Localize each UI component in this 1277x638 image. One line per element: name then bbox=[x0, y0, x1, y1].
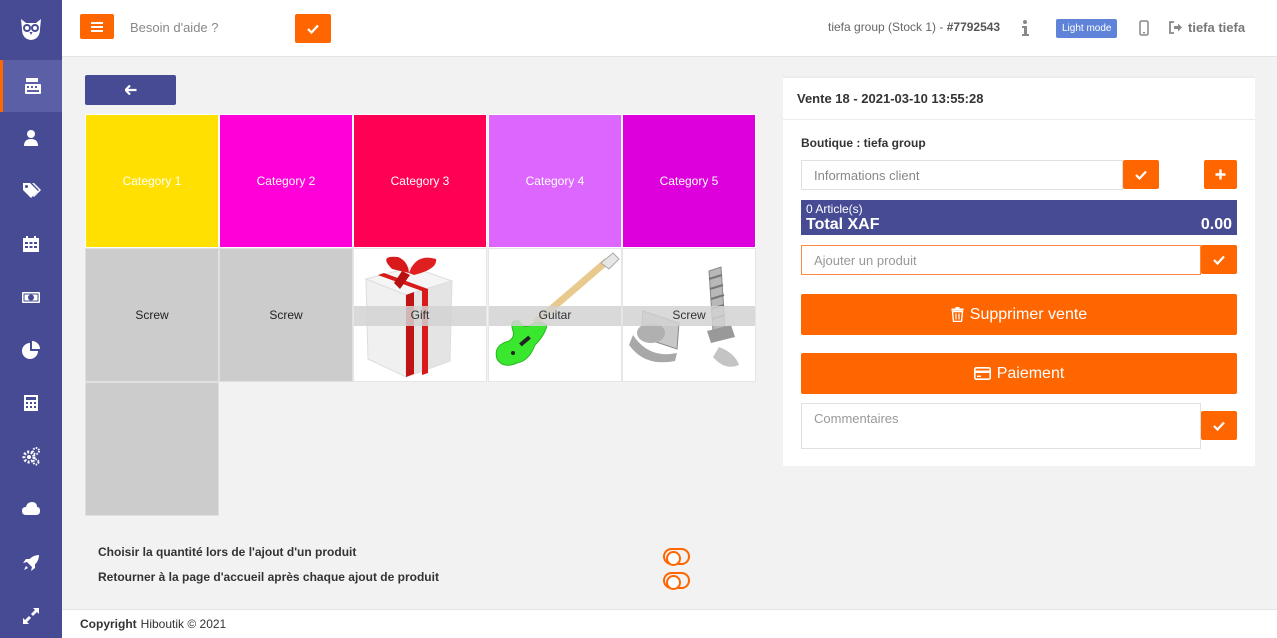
product-tile-screw-3[interactable]: Screw bbox=[622, 248, 756, 382]
rocket-icon bbox=[23, 555, 39, 571]
product-label: Screw bbox=[269, 308, 303, 322]
article-count: 0 Article(s) bbox=[806, 202, 863, 216]
option-return-home-label: Retourner à la page d'accueil après chaq… bbox=[98, 570, 439, 584]
total-label: Total XAF bbox=[806, 216, 880, 233]
cogs-icon bbox=[22, 447, 40, 466]
check-icon bbox=[1213, 421, 1225, 431]
plus-icon bbox=[1215, 169, 1226, 180]
hamburger-icon bbox=[91, 21, 103, 32]
category-label: Category 1 bbox=[122, 174, 182, 188]
sidebar-item-accounting[interactable] bbox=[0, 377, 62, 429]
empty-tile[interactable] bbox=[85, 382, 219, 516]
check-icon bbox=[1135, 170, 1147, 180]
user-name: tiefa tiefa bbox=[1188, 20, 1246, 35]
delete-sale-label: Supprimer vente bbox=[969, 305, 1088, 323]
product-tile-guitar[interactable]: Guitar bbox=[488, 248, 622, 382]
calendar-icon bbox=[23, 236, 39, 252]
menu-toggle-button[interactable] bbox=[80, 14, 114, 39]
sidebar-item-fullscreen[interactable] bbox=[0, 590, 62, 638]
trash-icon bbox=[951, 307, 964, 322]
footer: Copyright Hiboutik © 2021 bbox=[62, 609, 1277, 638]
category-tile-2[interactable]: Category 2 bbox=[219, 114, 353, 248]
help-search-input[interactable]: Besoin d'aide ? bbox=[130, 20, 219, 35]
choose-quantity-toggle[interactable] bbox=[663, 548, 690, 566]
add-product-button[interactable] bbox=[1201, 245, 1237, 274]
product-label: Screw bbox=[135, 308, 169, 322]
credit-card-icon bbox=[973, 367, 991, 380]
total-value: 0.00 bbox=[1200, 216, 1232, 233]
logout-user[interactable]: tiefa tiefa bbox=[1169, 20, 1245, 35]
copyright-label: Copyright bbox=[80, 617, 137, 631]
sidebar-item-sales[interactable] bbox=[0, 60, 62, 112]
payment-button[interactable]: Paiement bbox=[801, 353, 1237, 394]
sidebar bbox=[0, 0, 62, 638]
category-label: Category 4 bbox=[525, 174, 585, 188]
payment-label: Paiement bbox=[996, 364, 1065, 382]
comment-submit-button[interactable] bbox=[1201, 411, 1237, 440]
category-tile-4[interactable]: Category 4 bbox=[488, 114, 622, 248]
light-mode-toggle[interactable]: Light mode bbox=[1056, 19, 1118, 38]
sign-out-icon bbox=[1169, 21, 1182, 34]
add-product-input[interactable]: Ajouter un produit bbox=[801, 245, 1201, 275]
sidebar-item-calendar[interactable] bbox=[0, 218, 62, 270]
sidebar-item-payments[interactable] bbox=[0, 271, 62, 323]
category-label: Category 3 bbox=[390, 174, 450, 188]
arrow-left-icon bbox=[124, 85, 136, 95]
product-label: Screw bbox=[672, 308, 706, 322]
sidebar-item-customers[interactable] bbox=[0, 112, 62, 164]
cash-register-icon bbox=[24, 78, 41, 94]
store-label: tiefa group (Stock 1) - bbox=[828, 20, 947, 34]
top-bar: Besoin d'aide ? tiefa group (Stock 1) - … bbox=[62, 0, 1277, 57]
product-tile-screw-1[interactable]: Screw bbox=[85, 248, 219, 382]
client-info-input[interactable]: Informations client bbox=[801, 160, 1123, 190]
store-id: #7792543 bbox=[946, 20, 1001, 34]
copyright-text: Hiboutik © 2021 bbox=[140, 617, 227, 631]
return-home-toggle[interactable] bbox=[663, 572, 690, 590]
expand-icon bbox=[23, 608, 39, 624]
category-tile-5[interactable]: Category 5 bbox=[622, 114, 756, 248]
sidebar-item-cloud[interactable] bbox=[0, 483, 62, 535]
product-tile-screw-2[interactable]: Screw bbox=[219, 248, 353, 382]
sidebar-item-products[interactable] bbox=[0, 165, 62, 217]
sidebar-item-settings[interactable] bbox=[0, 430, 62, 482]
option-choose-quantity-label: Choisir la quantité lors de l'ajout d'un… bbox=[98, 545, 357, 559]
owl-logo[interactable] bbox=[0, 0, 62, 57]
product-tile-gift[interactable]: Gift bbox=[353, 248, 487, 382]
product-label: Guitar bbox=[538, 308, 572, 322]
calculator-icon bbox=[24, 395, 38, 411]
category-label: Category 5 bbox=[659, 174, 719, 188]
tags-icon bbox=[23, 183, 41, 198]
check-icon bbox=[307, 24, 319, 34]
sale-title: Vente 18 - 2021-03-10 13:55:28 bbox=[783, 78, 1255, 120]
sale-summary: 0 Article(s) Total XAF 0.00 bbox=[801, 200, 1237, 235]
add-client-button[interactable] bbox=[1204, 160, 1237, 189]
category-tile-1[interactable]: Category 1 bbox=[85, 114, 219, 248]
mobile-icon[interactable] bbox=[1139, 20, 1149, 36]
user-icon bbox=[24, 130, 38, 146]
category-tile-3[interactable]: Category 3 bbox=[353, 114, 487, 248]
comments-textarea[interactable]: Commentaires bbox=[801, 403, 1201, 449]
info-icon[interactable] bbox=[1019, 18, 1031, 38]
cloud-icon bbox=[22, 502, 40, 515]
sidebar-item-statistics[interactable] bbox=[0, 324, 62, 376]
category-label: Category 2 bbox=[256, 174, 316, 188]
delete-sale-button[interactable]: Supprimer vente bbox=[801, 294, 1237, 335]
owl-logo-icon bbox=[21, 18, 41, 40]
sale-panel: Vente 18 - 2021-03-10 13:55:28 Boutique … bbox=[783, 76, 1255, 466]
check-icon bbox=[1213, 255, 1225, 265]
help-submit-button[interactable] bbox=[295, 14, 331, 43]
client-submit-button[interactable] bbox=[1123, 160, 1159, 189]
total-row: Total XAF 0.00 bbox=[806, 216, 1232, 234]
boutique-label: Boutique : tiefa group bbox=[801, 136, 926, 150]
product-label: Gift bbox=[410, 308, 430, 322]
back-button[interactable] bbox=[85, 75, 176, 105]
store-info: tiefa group (Stock 1) - #7792543 bbox=[828, 20, 1000, 34]
money-bill-icon bbox=[22, 292, 40, 303]
sidebar-item-launch[interactable] bbox=[0, 537, 62, 589]
pie-chart-icon bbox=[22, 341, 40, 359]
